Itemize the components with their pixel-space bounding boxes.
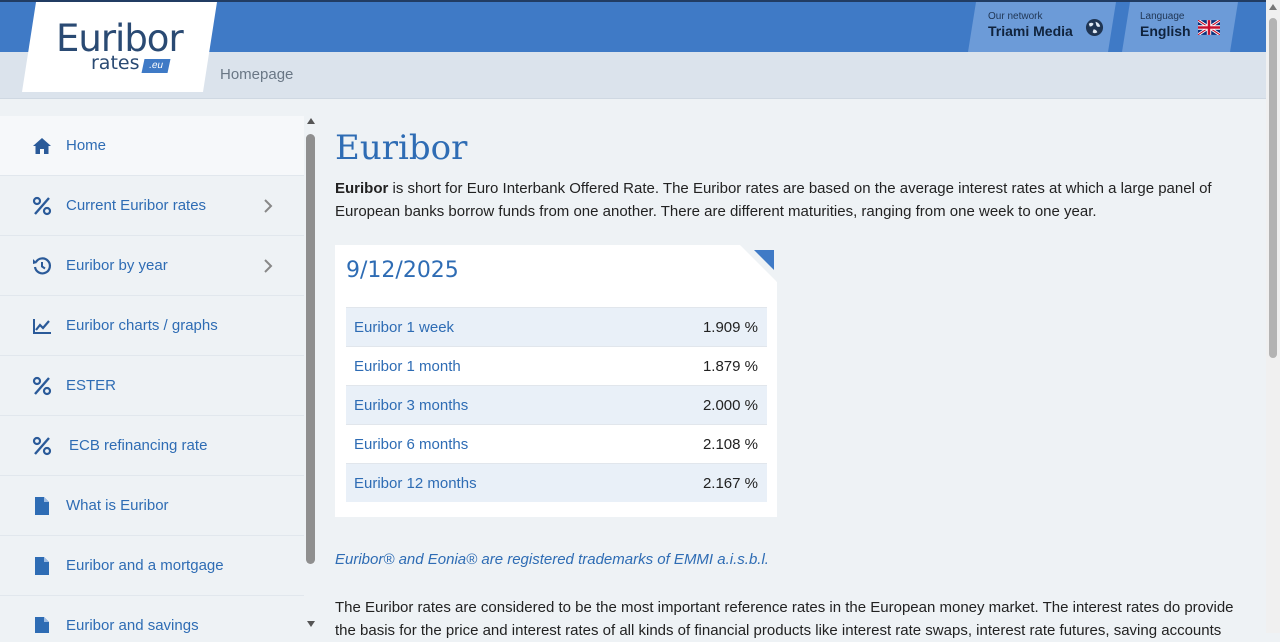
network-name: Triami Media bbox=[988, 23, 1073, 39]
history-icon bbox=[33, 257, 52, 275]
document-icon bbox=[35, 557, 49, 575]
sidebar-item-label: Euribor and savings bbox=[66, 617, 199, 633]
rates-table: Euribor 1 week 1.909 % Euribor 1 month 1… bbox=[346, 307, 767, 502]
language-caption: Language bbox=[1140, 11, 1185, 22]
chevron-right-icon bbox=[264, 259, 273, 273]
sidebar-item-label: What is Euribor bbox=[66, 497, 169, 514]
percent-icon bbox=[32, 196, 52, 216]
sidebar-item-ecb-rate[interactable]: ECB refinancing rate bbox=[0, 416, 304, 476]
document-icon bbox=[35, 497, 49, 515]
table-row[interactable]: Euribor 6 months 2.108 % bbox=[346, 424, 767, 463]
language-name: English bbox=[1140, 23, 1191, 39]
sidebar-item-mortgage[interactable]: Euribor and a mortgage bbox=[0, 536, 304, 596]
sidebar-nav: Home Current Euribor rates Euribor by ye… bbox=[0, 116, 304, 633]
rate-value: 1.909 % bbox=[702, 319, 758, 336]
chart-line-icon bbox=[33, 319, 51, 334]
sidebar-item-label: ESTER bbox=[66, 377, 117, 394]
intro-bold: Euribor bbox=[335, 180, 389, 197]
rate-value: 2.167 % bbox=[702, 475, 758, 492]
page-title: Euribor bbox=[335, 128, 468, 168]
sidebar-scroll-thumb[interactable] bbox=[306, 134, 315, 564]
rates-card: 9/12/2025 Euribor 1 week 1.909 % Euribor… bbox=[335, 245, 777, 517]
uk-flag-icon bbox=[1198, 20, 1220, 35]
body-paragraph: The Euribor rates are considered to be t… bbox=[335, 599, 1234, 639]
sidebar-item-home[interactable]: Home bbox=[0, 116, 304, 176]
rate-value: 2.108 % bbox=[702, 436, 758, 453]
network-caption: Our network bbox=[988, 11, 1043, 22]
sidebar-item-label: Current Euribor rates bbox=[66, 197, 207, 214]
intro-paragraph: Euribor is short for Euro Interbank Offe… bbox=[335, 177, 1247, 223]
page-scroll-up-arrow-icon[interactable] bbox=[1269, 4, 1277, 10]
page-scroll-thumb[interactable] bbox=[1269, 18, 1277, 358]
scroll-down-arrow-icon[interactable] bbox=[307, 621, 315, 627]
breadcrumb-homepage[interactable]: Homepage bbox=[220, 66, 293, 83]
home-icon bbox=[33, 138, 51, 154]
rate-name-link[interactable]: Euribor 1 week bbox=[354, 319, 454, 336]
sidebar-item-label: Euribor by year bbox=[66, 257, 168, 274]
globe-icon bbox=[1085, 18, 1104, 37]
sidebar-item-charts[interactable]: Euribor charts / graphs bbox=[0, 296, 304, 356]
trademark-notice: Euribor® and Eonia® are registered trade… bbox=[335, 551, 769, 568]
percent-icon bbox=[32, 376, 52, 396]
sidebar-item-by-year[interactable]: Euribor by year bbox=[0, 236, 304, 296]
table-row[interactable]: Euribor 1 month 1.879 % bbox=[346, 346, 767, 385]
rate-name-link[interactable]: Euribor 12 months bbox=[354, 475, 477, 492]
language-selector[interactable]: Language English bbox=[1122, 2, 1238, 52]
rate-name-link[interactable]: Euribor 3 months bbox=[354, 397, 468, 414]
table-row[interactable]: Euribor 1 week 1.909 % bbox=[346, 307, 767, 346]
percent-icon bbox=[32, 436, 52, 456]
sidebar-item-what-is[interactable]: What is Euribor bbox=[0, 476, 304, 536]
document-icon bbox=[35, 617, 49, 633]
rate-value: 1.879 % bbox=[702, 358, 758, 375]
sidebar-item-label: Home bbox=[66, 137, 107, 154]
chevron-right-icon bbox=[264, 199, 273, 213]
rate-value: 2.000 % bbox=[702, 397, 758, 414]
sidebar-item-ester[interactable]: ESTER bbox=[0, 356, 304, 416]
scroll-up-arrow-icon[interactable] bbox=[307, 118, 315, 124]
rate-name-link[interactable]: Euribor 6 months bbox=[354, 436, 468, 453]
page-scrollbar[interactable] bbox=[1266, 0, 1280, 633]
sidebar-scrollbar[interactable] bbox=[304, 116, 318, 633]
sidebar-item-label: Euribor charts / graphs bbox=[66, 317, 218, 334]
table-row[interactable]: Euribor 3 months 2.000 % bbox=[346, 385, 767, 424]
site-logo[interactable]: Euribor rates .eu bbox=[22, 2, 217, 92]
sidebar-item-savings[interactable]: Euribor and savings bbox=[0, 596, 304, 633]
intro-text: is short for Euro Interbank Offered Rate… bbox=[335, 180, 1212, 220]
sidebar-item-label: ECB refinancing rate bbox=[69, 437, 208, 454]
rates-date: 9/12/2025 bbox=[346, 258, 459, 283]
logo-badge: .eu bbox=[141, 59, 171, 73]
table-row[interactable]: Euribor 12 months 2.167 % bbox=[346, 463, 767, 502]
sidebar-item-current-rates[interactable]: Current Euribor rates bbox=[0, 176, 304, 236]
network-selector[interactable]: Our network Triami Media bbox=[968, 2, 1116, 52]
logo-sub-text: rates bbox=[91, 52, 140, 74]
rate-name-link[interactable]: Euribor 1 month bbox=[354, 358, 461, 375]
sidebar-item-label: Euribor and a mortgage bbox=[66, 557, 224, 574]
